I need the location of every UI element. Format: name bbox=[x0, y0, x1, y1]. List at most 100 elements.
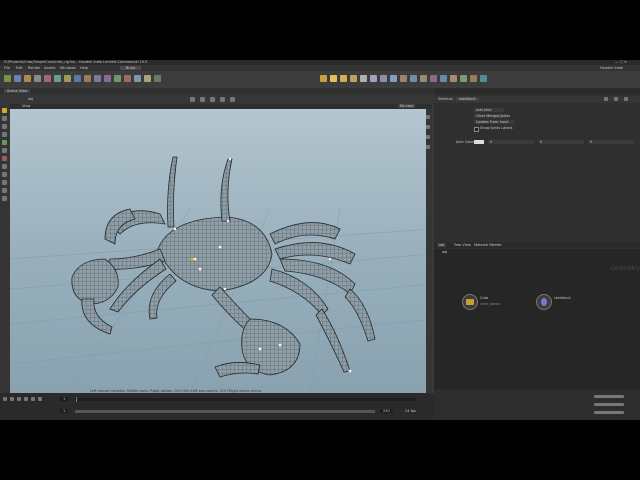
range-slider[interactable] bbox=[75, 410, 375, 413]
move-tool-icon[interactable] bbox=[2, 116, 7, 121]
first-frame-icon[interactable] bbox=[3, 397, 7, 401]
desktop-dropdown[interactable]: Build bbox=[120, 66, 141, 70]
next-frame-icon[interactable] bbox=[31, 397, 35, 401]
network-editor[interactable]: obj Geometry Crab crab_bones skeleton1 bbox=[434, 249, 640, 389]
select-tool-icon[interactable] bbox=[2, 108, 7, 113]
lighting-icon[interactable] bbox=[426, 125, 430, 129]
null-tool-icon[interactable] bbox=[54, 75, 61, 82]
menu-windows[interactable]: Windows bbox=[60, 66, 76, 70]
visibility-icon[interactable] bbox=[426, 145, 430, 149]
tube-tool-icon[interactable] bbox=[24, 75, 31, 82]
last-frame-icon[interactable] bbox=[38, 397, 42, 401]
color-swatch[interactable] bbox=[474, 140, 484, 144]
rotate-tool-icon[interactable] bbox=[2, 124, 7, 129]
point-light-icon[interactable] bbox=[330, 75, 337, 82]
line-tool-icon[interactable] bbox=[64, 75, 71, 82]
tab-tree-view[interactable]: Tree View bbox=[454, 243, 471, 247]
scale-tool-icon[interactable] bbox=[2, 132, 7, 137]
handle-tool-icon[interactable] bbox=[2, 140, 7, 145]
node-name-field[interactable]: skeleton1 bbox=[456, 97, 479, 101]
display-options-icon[interactable] bbox=[220, 97, 225, 102]
menu-file[interactable]: File bbox=[4, 66, 10, 70]
grid-tool-icon[interactable] bbox=[44, 75, 51, 82]
geometry-light-icon[interactable] bbox=[360, 75, 367, 82]
snap-icon[interactable] bbox=[210, 97, 215, 102]
start-frame-field[interactable]: 1 bbox=[60, 409, 69, 413]
measure-tool-icon[interactable] bbox=[2, 180, 7, 185]
env-light-icon[interactable] bbox=[390, 75, 397, 82]
clear-merged-button[interactable]: Clear Merged Joints bbox=[474, 114, 510, 118]
circle-tool-icon[interactable] bbox=[74, 75, 81, 82]
gear-icon[interactable] bbox=[604, 97, 608, 101]
wireframe-icon[interactable] bbox=[230, 97, 235, 102]
help-icon[interactable] bbox=[614, 97, 618, 101]
gamepad-camera-icon[interactable] bbox=[480, 75, 487, 82]
prev-frame-icon[interactable] bbox=[10, 397, 14, 401]
metaball-tool-icon[interactable] bbox=[144, 75, 151, 82]
joint-color-r[interactable]: 0 bbox=[488, 140, 534, 144]
node-crab[interactable]: Crab crab_bones bbox=[462, 292, 500, 312]
network-path-label[interactable]: obj bbox=[442, 250, 447, 254]
tab-scene-view[interactable]: Scene View bbox=[4, 89, 31, 93]
sky-light-icon[interactable] bbox=[400, 75, 407, 82]
camera-tool-icon[interactable] bbox=[320, 75, 327, 82]
font-tool-icon[interactable] bbox=[114, 75, 121, 82]
end-frame-field[interactable]: 240 bbox=[380, 409, 393, 413]
caustic-light-icon[interactable] bbox=[420, 75, 427, 82]
window-controls[interactable]: — ▢ ✕ bbox=[615, 60, 627, 64]
stop-icon[interactable] bbox=[17, 397, 21, 401]
keys-menu[interactable] bbox=[594, 403, 624, 406]
gi-light-icon[interactable] bbox=[410, 75, 417, 82]
portal-light-icon[interactable] bbox=[430, 75, 437, 82]
scene-viewport[interactable]: Left mouse tumbles. Middle pans. Right d… bbox=[10, 109, 432, 393]
curve-tool-icon[interactable] bbox=[84, 75, 91, 82]
torus-tool-icon[interactable] bbox=[34, 75, 41, 82]
tab-obj[interactable]: obj bbox=[437, 243, 447, 247]
view-tool-icon[interactable] bbox=[2, 156, 7, 161]
info-icon[interactable] bbox=[624, 97, 628, 101]
brush-tool-icon[interactable] bbox=[2, 164, 7, 169]
play-icon[interactable] bbox=[24, 397, 28, 401]
shading-icon[interactable] bbox=[426, 115, 430, 119]
menu-help[interactable]: Help bbox=[80, 66, 88, 70]
sphere-tool-icon[interactable] bbox=[14, 75, 21, 82]
switcher-icon[interactable] bbox=[470, 75, 477, 82]
playhead[interactable] bbox=[76, 397, 77, 402]
menu-assets[interactable]: Assets bbox=[44, 66, 55, 70]
timeline-track[interactable] bbox=[75, 397, 415, 402]
spot-light-icon[interactable] bbox=[340, 75, 347, 82]
ghost-icon[interactable] bbox=[426, 135, 430, 139]
selected-joint[interactable] bbox=[190, 257, 194, 261]
magnet-tool-icon[interactable] bbox=[2, 172, 7, 177]
joint-color-b[interactable]: 0 bbox=[588, 140, 634, 144]
current-frame-field[interactable]: 1 bbox=[60, 397, 69, 401]
select-mode-icon[interactable] bbox=[190, 97, 195, 102]
area-light-icon[interactable] bbox=[350, 75, 357, 82]
network-path[interactable]: obj bbox=[28, 97, 33, 101]
tab-material-palette[interactable]: Material Palette bbox=[474, 243, 501, 247]
distant-light-icon[interactable] bbox=[380, 75, 387, 82]
lsystem-tool-icon[interactable] bbox=[134, 75, 141, 82]
update-from-input-button[interactable]: Update From Input bbox=[474, 120, 514, 124]
show-labels-checkbox[interactable] bbox=[474, 127, 479, 132]
node-skeleton[interactable]: skeleton1 bbox=[536, 292, 586, 312]
box-tool-icon[interactable] bbox=[4, 75, 11, 82]
pose-tool-icon[interactable] bbox=[2, 148, 7, 153]
joint-color-g[interactable]: 0 bbox=[538, 140, 584, 144]
snap-point-icon[interactable] bbox=[2, 196, 7, 201]
camera-menu[interactable]: No cam bbox=[398, 104, 416, 108]
volume-light-icon[interactable] bbox=[370, 75, 377, 82]
path-tool-icon[interactable] bbox=[94, 75, 101, 82]
file-tool-icon[interactable] bbox=[154, 75, 161, 82]
menu-render[interactable]: Render bbox=[28, 66, 40, 70]
stereo-camera-icon[interactable] bbox=[450, 75, 457, 82]
platonic-tool-icon[interactable] bbox=[124, 75, 131, 82]
menu-edit[interactable]: Edit bbox=[16, 66, 23, 70]
vr-camera-icon[interactable] bbox=[460, 75, 467, 82]
auto-update-menu[interactable] bbox=[594, 395, 624, 398]
snap-grid-icon[interactable] bbox=[2, 188, 7, 193]
add-joint-button[interactable]: Add Joint bbox=[474, 108, 504, 112]
camera-label[interactable]: View bbox=[22, 104, 30, 108]
lock-camera-icon[interactable] bbox=[200, 97, 205, 102]
update-mode-menu[interactable] bbox=[594, 411, 624, 414]
